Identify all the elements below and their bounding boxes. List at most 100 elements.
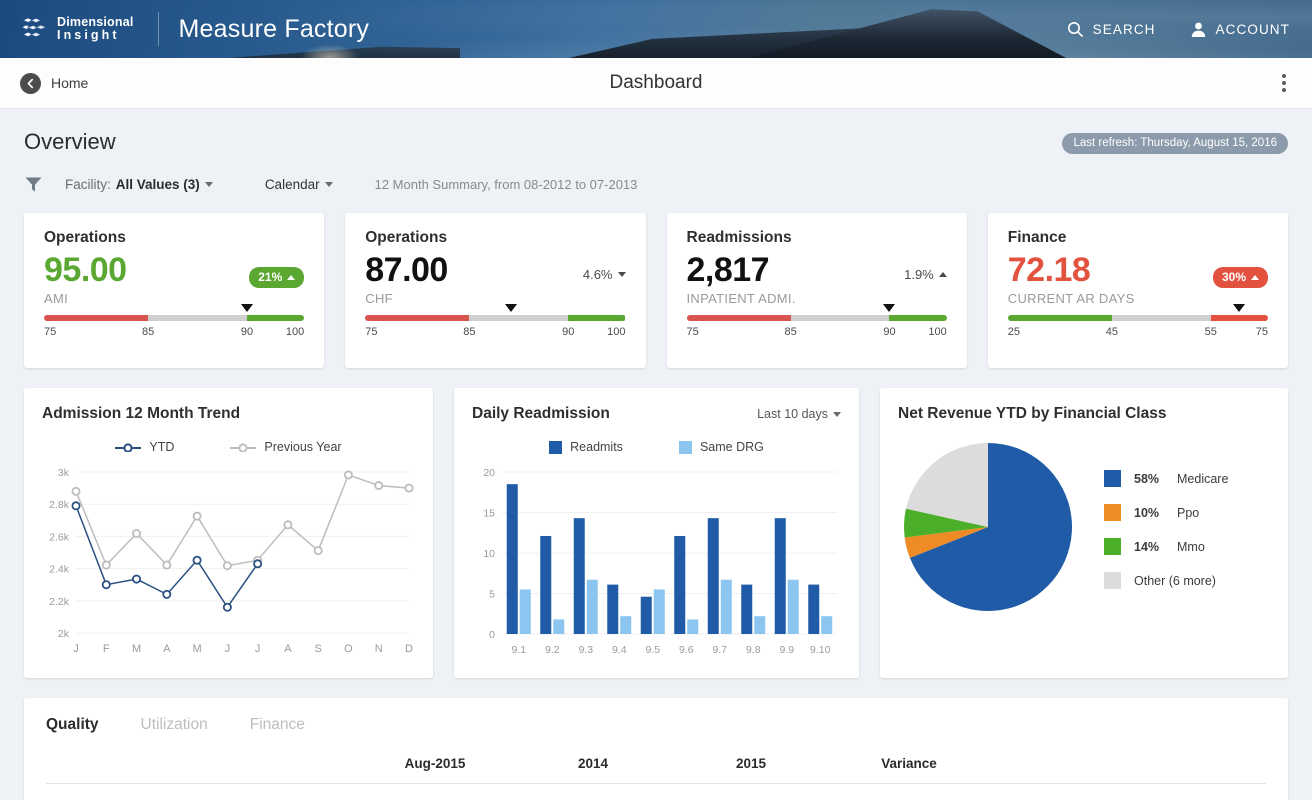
gauge-tick-label: 85	[142, 326, 154, 338]
line-data-point[interactable]	[133, 575, 140, 582]
search-button[interactable]: SEARCH	[1067, 21, 1156, 38]
line-data-point[interactable]	[103, 561, 110, 568]
line-data-point[interactable]	[133, 530, 140, 537]
bar[interactable]	[574, 518, 585, 634]
tab-quality[interactable]: Quality	[46, 716, 99, 734]
pie-legend-item[interactable]: Other (6 more)	[1104, 572, 1228, 589]
bar[interactable]	[687, 619, 698, 634]
kpi-card[interactable]: Operations87.00CHF4.6%758590100	[345, 213, 645, 368]
line-data-point[interactable]	[224, 562, 231, 569]
bar[interactable]	[741, 585, 752, 634]
tab-finance[interactable]: Finance	[250, 716, 305, 734]
gauge-tick-label: 75	[1256, 326, 1268, 338]
gauge-tick-label: 75	[365, 326, 377, 338]
bar[interactable]	[553, 619, 564, 634]
y-axis-tick-label: 20	[483, 467, 495, 479]
gauge-marker	[241, 304, 253, 312]
line-data-point[interactable]	[163, 561, 170, 568]
kpi-gauge: 758590100	[365, 315, 625, 342]
x-axis-tick-label: J	[255, 643, 260, 655]
pie-legend-label: Mmo	[1177, 540, 1205, 554]
kpi-category: Operations	[365, 229, 625, 247]
search-label: SEARCH	[1093, 22, 1156, 37]
x-axis-tick-label: O	[344, 643, 353, 655]
kpi-category: Readmissions	[687, 229, 947, 247]
brand-logo[interactable]: Dimensional Insight	[22, 16, 134, 42]
bar-chart-plot: 051015209.19.29.39.49.59.69.79.89.99.10	[472, 464, 841, 660]
line-data-point[interactable]	[375, 482, 382, 489]
line-data-point[interactable]	[163, 591, 170, 598]
bar[interactable]	[754, 616, 765, 634]
bar[interactable]	[721, 580, 732, 634]
detail-tabs: Quality Utilization Finance	[46, 716, 1266, 734]
bar[interactable]	[507, 484, 518, 634]
y-axis-tick-label: 2.8k	[49, 499, 70, 511]
logo-line-2: Insight	[57, 29, 134, 42]
kpi-subtitle: AMI	[44, 291, 127, 306]
kpi-card[interactable]: Finance72.18CURRENT AR DAYS30%25455575	[988, 213, 1288, 368]
bar[interactable]	[607, 585, 618, 634]
chevron-down-icon	[205, 182, 213, 187]
app-title: Measure Factory	[179, 15, 370, 44]
funnel-icon[interactable]	[24, 175, 43, 194]
bar[interactable]	[620, 616, 631, 634]
pie-legend-item[interactable]: 14%Mmo	[1104, 538, 1228, 555]
kpi-card[interactable]: Operations95.00AMI21%758590100	[24, 213, 324, 368]
calendar-filter-button[interactable]: Calendar	[265, 177, 333, 192]
line-data-point[interactable]	[315, 547, 322, 554]
table-header-spacer	[46, 756, 356, 771]
x-axis-tick-label: 9.5	[645, 644, 660, 656]
legend-item[interactable]: Same DRG	[679, 440, 764, 454]
line-data-point[interactable]	[72, 502, 79, 509]
kpi-gauge: 25455575	[1008, 315, 1268, 342]
y-axis-tick-label: 5	[489, 589, 495, 601]
line-data-point[interactable]	[254, 560, 261, 567]
kpi-value: 95.00	[44, 253, 127, 289]
gauge-tick-label: 100	[928, 326, 946, 338]
line-data-point[interactable]	[193, 557, 200, 564]
pie-legend-item[interactable]: 10%Ppo	[1104, 504, 1228, 521]
facility-filter-text: All Values (3)	[116, 177, 200, 192]
bar[interactable]	[520, 589, 531, 634]
bar[interactable]	[540, 536, 551, 634]
line-data-point[interactable]	[193, 513, 200, 520]
y-axis-tick-label: 2k	[58, 628, 70, 640]
bar[interactable]	[808, 585, 819, 634]
readmission-range-label: Last 10 days	[757, 407, 828, 421]
bar[interactable]	[641, 597, 652, 634]
line-data-point[interactable]	[224, 604, 231, 611]
line-data-point[interactable]	[103, 581, 110, 588]
line-data-point[interactable]	[72, 488, 79, 495]
x-axis-tick-label: M	[132, 643, 141, 655]
line-data-point[interactable]	[284, 521, 291, 528]
bar[interactable]	[788, 580, 799, 634]
kpi-card-row: Operations95.00AMI21%758590100Operations…	[24, 213, 1288, 368]
bar[interactable]	[587, 580, 598, 634]
readmission-range-select[interactable]: Last 10 days	[757, 407, 841, 421]
pie-chart-svg	[898, 437, 1078, 617]
bar[interactable]	[708, 518, 719, 634]
facility-filter-value[interactable]: All Values (3)	[116, 177, 213, 192]
bar[interactable]	[654, 589, 665, 634]
breadcrumb-bar: Home Dashboard	[0, 58, 1312, 109]
pie-legend-label: Other (6 more)	[1134, 574, 1216, 588]
kebab-menu-icon[interactable]	[1276, 68, 1292, 98]
legend-item[interactable]: Previous Year	[230, 440, 341, 454]
back-home-button[interactable]: Home	[20, 73, 88, 94]
gauge-tick-label: 55	[1205, 326, 1217, 338]
kpi-card[interactable]: Readmissions2,817INPATIENT ADMI.1.9%7585…	[667, 213, 967, 368]
line-data-point[interactable]	[405, 485, 412, 492]
legend-item[interactable]: Readmits	[549, 440, 623, 454]
bar[interactable]	[674, 536, 685, 634]
bar[interactable]	[775, 518, 786, 634]
tab-utilization[interactable]: Utilization	[141, 716, 208, 734]
line-data-point[interactable]	[345, 471, 352, 478]
legend-label: YTD	[149, 440, 174, 454]
kpi-category: Operations	[44, 229, 304, 247]
account-button[interactable]: ACCOUNT	[1190, 21, 1290, 38]
bar[interactable]	[821, 616, 832, 634]
gauge-track	[365, 315, 625, 321]
legend-item[interactable]: YTD	[115, 440, 174, 454]
pie-legend-item[interactable]: 58%Medicare	[1104, 470, 1228, 487]
x-axis-tick-label: 9.10	[810, 644, 831, 656]
